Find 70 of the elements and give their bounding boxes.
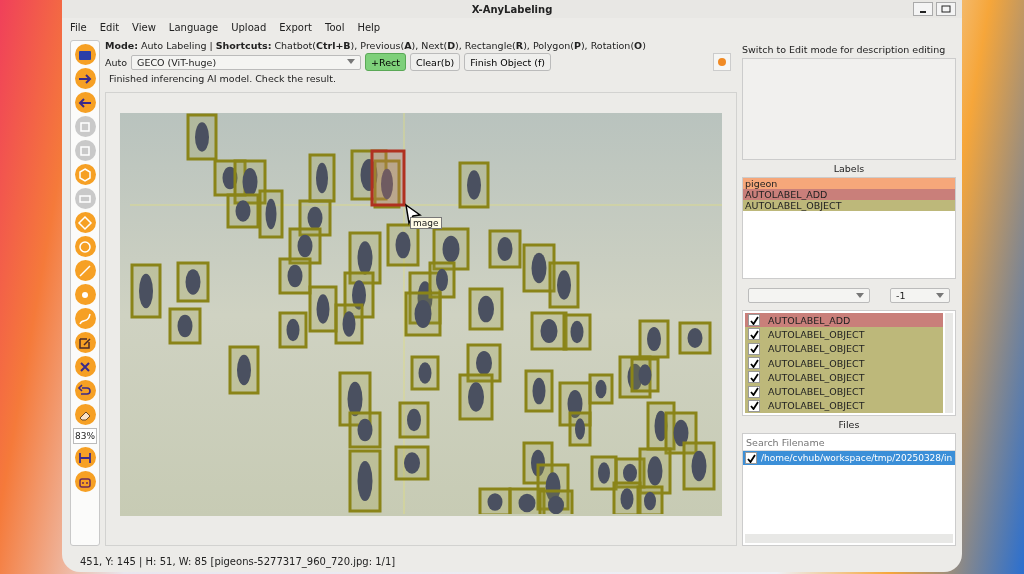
diamond-icon [77,214,93,231]
tool-button[interactable] [74,68,96,89]
zoom-level[interactable]: 83% [73,428,97,444]
instance-item[interactable]: AUTOLABEL_OBJECT [745,327,943,342]
status-text: 451, Y: 145 | H: 51, W: 85 [pigeons-5277317_960_720.jpg: 1/1] [80,555,396,567]
minimize-button[interactable] [913,2,933,16]
status-message: Finished inferencing AI model. Check the result. [108,73,337,84]
description-hint: Switch to Edit mode for description editing [742,43,947,55]
instance-label: AUTOLABEL_OBJECT [768,343,865,355]
tool-button[interactable] [74,332,96,353]
tooltip: mage [410,217,442,229]
model-select[interactable]: GECO (ViT-huge) [131,54,362,70]
menu-item[interactable]: View [132,21,156,33]
file-path: /home/cvhub/workspace/tmp/20250328/in [761,453,953,463]
scrollbar[interactable] [745,534,953,543]
checkbox[interactable] [748,371,760,384]
menu-item[interactable]: Upload [231,21,267,33]
dot-icon [82,291,88,298]
instance-item[interactable]: AUTOLABEL_OBJECT [745,384,943,399]
line-icon [77,262,93,279]
add-rect-button[interactable]: +Rect [365,53,406,71]
menu-item[interactable]: File [70,21,87,33]
auto-label: Auto [105,56,128,68]
action-button[interactable]: Finish Object (f) [464,53,552,71]
menu-item[interactable]: Edit [99,21,120,33]
instance-label: AUTOLABEL_OBJECT [768,400,865,412]
checkbox[interactable] [748,328,760,341]
mode-shortcuts-text: Mode: Auto Labeling | Shortcuts: Chatbot(Ctrl+B), Previous(A), Next(D), Rectangle(R), Polygon(P), Rotation(O) [105,40,647,51]
checkbox[interactable] [748,399,760,412]
instance-label: AUTOLABEL_ADD [768,314,851,326]
scrollbar[interactable] [945,313,953,413]
label-item[interactable]: AUTOLABEL_ADD [743,189,955,200]
tool-button[interactable] [74,92,96,113]
tool-button[interactable] [74,356,96,377]
checkbox[interactable] [748,357,760,370]
checkbox[interactable] [748,342,760,355]
stop-icon [717,57,727,67]
instance-item[interactable]: AUTOLABEL_ADD [745,313,943,328]
menu-item[interactable]: Help [357,21,381,33]
menu-item[interactable]: Language [168,21,219,33]
checkmark-icon [746,453,756,463]
window-title: X-AnyLabeling [471,3,553,15]
circle-icon [77,238,93,255]
menu-item[interactable]: Export [279,21,312,33]
panel-title: Labels [832,163,866,174]
instance-item[interactable]: AUTOLABEL_OBJECT [745,370,943,385]
instance-label: AUTOLABEL_OBJECT [768,386,865,398]
tool-button[interactable] [74,471,96,492]
checkbox[interactable] [745,452,757,464]
tool-button[interactable] [74,44,96,65]
instance-label: AUTOLABEL_OBJECT [768,371,865,383]
dropdown-arrow-icon [856,292,864,299]
group-select[interactable]: -1 [890,288,950,303]
tool-button[interactable] [74,404,96,425]
instance-label: AUTOLABEL_OBJECT [768,357,865,369]
panel-title: Files [837,419,861,430]
tool-button[interactable] [74,380,96,401]
checkbox[interactable] [748,385,760,398]
dropdown-arrow-icon [347,59,356,65]
instance-label: AUTOLABEL_OBJECT [768,328,865,340]
label-item[interactable]: AUTOLABEL_OBJECT [743,200,955,211]
label-item[interactable]: pigeon [743,178,955,189]
description-field[interactable] [742,58,956,160]
maximize-icon [941,5,951,13]
checkbox[interactable] [748,314,760,327]
action-button[interactable]: Clear(b) [410,53,461,71]
tool-button[interactable] [74,447,96,468]
menu-item[interactable]: Tool [325,21,345,33]
hexagon-icon [77,166,93,183]
dropdown-arrow-icon [936,292,944,299]
